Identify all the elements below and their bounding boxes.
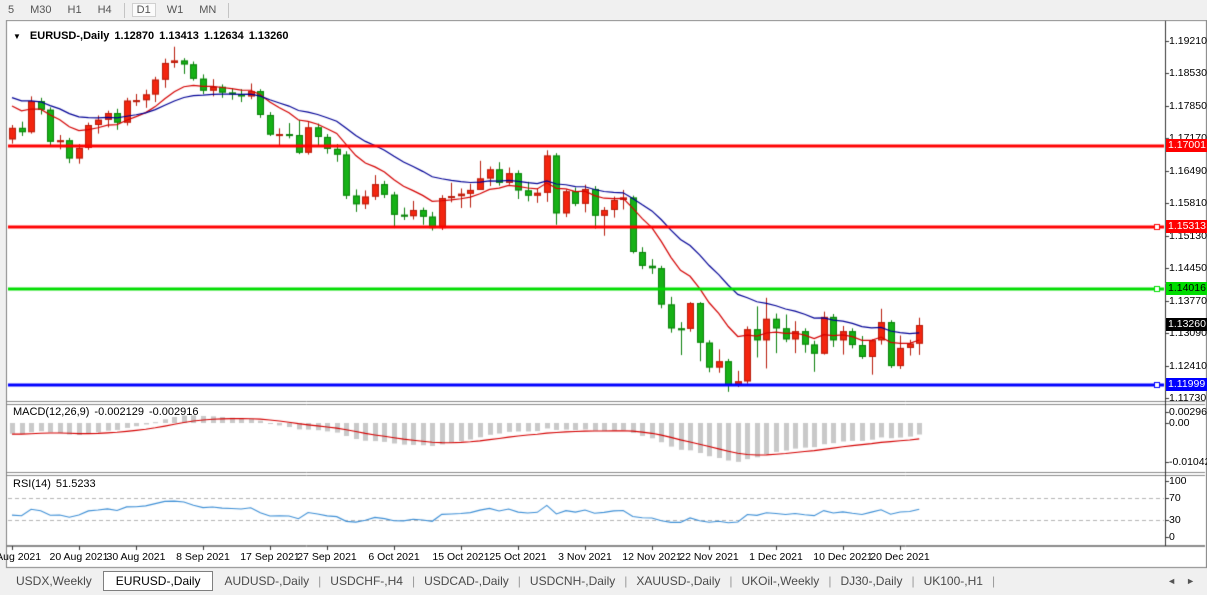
ohlc-close: 1.13260 bbox=[249, 30, 289, 42]
date-axis-label: 8 Sep 2021 bbox=[176, 551, 230, 563]
date-axis-label: 11 Aug 2021 bbox=[0, 551, 41, 563]
timeframe-toolbar: 5 M30 H1 H4 D1 W1 MN bbox=[0, 0, 1207, 20]
price-chart-canvas[interactable] bbox=[0, 0, 1207, 595]
tab-dj30-daily[interactable]: DJ30-,Daily bbox=[832, 572, 910, 590]
tab-ukoil-weekly[interactable]: UKOil-,Weekly bbox=[734, 572, 828, 590]
macd-label: MACD(12,26,9) -0.002129 -0.002916 bbox=[13, 406, 199, 418]
ohlc-low: 1.12634 bbox=[204, 30, 244, 42]
price-tick: 1.13770 bbox=[1169, 295, 1207, 307]
rsi-axis-label: 100 bbox=[1169, 475, 1187, 487]
macd-name: MACD(12,26,9) bbox=[13, 406, 89, 418]
tab-usdcnh-daily[interactable]: USDCNH-,Daily bbox=[522, 572, 623, 590]
date-axis-label: 22 Nov 2021 bbox=[679, 551, 739, 563]
tab-eurusd-daily[interactable]: EURUSD-,Daily bbox=[103, 571, 214, 591]
date-axis-label: 30 Aug 2021 bbox=[107, 551, 166, 563]
price-line-tag-1-11999[interactable]: 1.11999 bbox=[1166, 378, 1207, 391]
date-axis-label: 3 Nov 2021 bbox=[558, 551, 612, 563]
toolbar-separator bbox=[228, 3, 229, 18]
timeframe-button-w1[interactable]: W1 bbox=[162, 3, 189, 17]
date-axis-label: 15 Oct 2021 bbox=[432, 551, 489, 563]
macd-axis-label: 0.00 bbox=[1169, 417, 1189, 429]
timeframe-button-h4[interactable]: H4 bbox=[93, 3, 117, 17]
chart-symbol-period: EURUSD-,Daily bbox=[30, 30, 109, 42]
chart-title: ▼ EURUSD-,Daily 1.12870 1.13413 1.12634 … bbox=[13, 30, 288, 42]
tab-usdcad-daily[interactable]: USDCAD-,Daily bbox=[416, 572, 517, 590]
date-axis-label: 6 Oct 2021 bbox=[368, 551, 419, 563]
tab-separator: | bbox=[624, 574, 627, 588]
tab-usdchf-h4[interactable]: USDCHF-,H4 bbox=[322, 572, 411, 590]
price-tick: 1.18530 bbox=[1169, 67, 1207, 79]
tab-audusd-daily[interactable]: AUDUSD-,Daily bbox=[216, 572, 317, 590]
price-tick: 1.16490 bbox=[1169, 165, 1207, 177]
tab-separator: | bbox=[828, 574, 831, 588]
tab-separator: | bbox=[992, 574, 995, 588]
price-tick: 1.14450 bbox=[1169, 262, 1207, 274]
timeframe-button-mn[interactable]: MN bbox=[194, 3, 221, 17]
date-axis-label: 20 Aug 2021 bbox=[50, 551, 109, 563]
tab-usdx-weekly[interactable]: USDX,Weekly bbox=[8, 572, 100, 590]
chart-tabs-bar: USDX,WeeklyEURUSD-,DailyAUDUSD-,Daily|US… bbox=[0, 569, 1207, 592]
rsi-label: RSI(14) 51.5233 bbox=[13, 478, 96, 490]
macd-histogram-value: -0.002129 bbox=[94, 406, 144, 418]
date-axis-label: 10 Dec 2021 bbox=[813, 551, 873, 563]
ohlc-high: 1.13413 bbox=[159, 30, 199, 42]
price-tick: 1.19210 bbox=[1169, 35, 1207, 47]
toolbar-separator bbox=[124, 3, 125, 18]
timeframe-button-5[interactable]: 5 bbox=[3, 3, 19, 17]
macd-signal-value: -0.002916 bbox=[149, 406, 199, 418]
tabs-scroll-left-icon[interactable]: ◄ bbox=[1167, 576, 1176, 586]
timeframe-button-d1[interactable]: D1 bbox=[132, 3, 156, 17]
tab-separator: | bbox=[318, 574, 321, 588]
price-tick: 1.15810 bbox=[1169, 197, 1207, 209]
tab-separator: | bbox=[911, 574, 914, 588]
date-axis-label: 1 Dec 2021 bbox=[749, 551, 803, 563]
price-tick: 1.17850 bbox=[1169, 100, 1207, 112]
price-line-tag-1-13260: 1.13260 bbox=[1166, 318, 1207, 331]
timeframe-button-m30[interactable]: M30 bbox=[25, 3, 56, 17]
rsi-name: RSI(14) bbox=[13, 478, 51, 490]
rsi-axis-label: 30 bbox=[1169, 514, 1181, 526]
rsi-axis-label: 0 bbox=[1169, 531, 1175, 543]
rsi-axis-label: 70 bbox=[1169, 492, 1181, 504]
price-tick: 1.12410 bbox=[1169, 360, 1207, 372]
rsi-value: 51.5233 bbox=[56, 478, 96, 490]
price-tick: 1.11730 bbox=[1169, 392, 1206, 404]
tab-separator: | bbox=[412, 574, 415, 588]
date-axis-label: 27 Sep 2021 bbox=[297, 551, 357, 563]
tab-separator: | bbox=[518, 574, 521, 588]
date-axis-label: 17 Sep 2021 bbox=[240, 551, 300, 563]
tab-xauusd-daily[interactable]: XAUUSD-,Daily bbox=[628, 572, 728, 590]
timeframe-button-h1[interactable]: H1 bbox=[63, 3, 87, 17]
ohlc-open: 1.12870 bbox=[114, 30, 154, 42]
tab-separator: | bbox=[729, 574, 732, 588]
date-axis-label: 20 Dec 2021 bbox=[870, 551, 930, 563]
price-line-tag-1-15313[interactable]: 1.15313 bbox=[1166, 220, 1207, 233]
tabs-scroll-right-icon[interactable]: ► bbox=[1186, 576, 1195, 586]
collapse-indicator-icon[interactable]: ▼ bbox=[13, 32, 21, 41]
date-axis-label: 25 Oct 2021 bbox=[489, 551, 546, 563]
price-line-tag-1-14016[interactable]: 1.14016 bbox=[1166, 282, 1207, 295]
tab-uk100-h1[interactable]: UK100-,H1 bbox=[916, 572, 991, 590]
macd-axis-label: -0.010427 bbox=[1169, 456, 1207, 468]
date-axis-label: 12 Nov 2021 bbox=[622, 551, 682, 563]
price-line-tag-1-17001[interactable]: 1.17001 bbox=[1166, 139, 1207, 152]
